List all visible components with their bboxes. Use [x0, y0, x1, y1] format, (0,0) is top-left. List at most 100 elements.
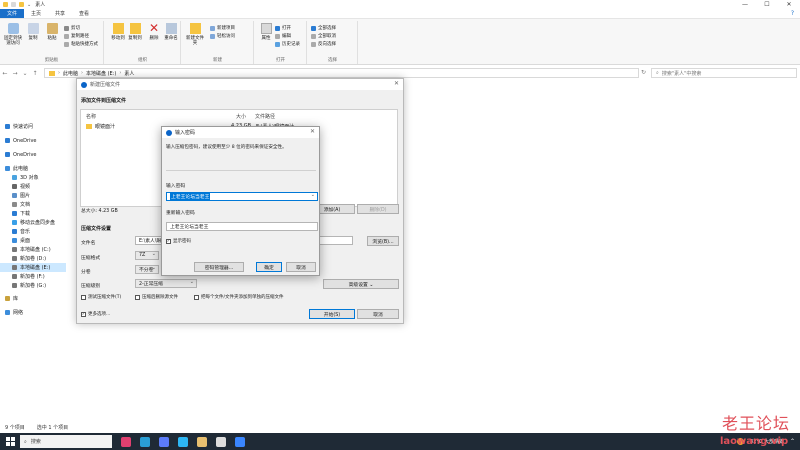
sidebar-item[interactable]: 新加卷 (G:): [0, 281, 46, 290]
forward-icon[interactable]: →: [10, 70, 20, 77]
level-select[interactable]: 2-正常压缩: [135, 279, 197, 288]
edit-button[interactable]: 编辑: [275, 33, 291, 39]
separate-archives-checkbox[interactable]: 把每个文件/文件夹添加到单独的压缩文件: [194, 294, 284, 300]
paste-button[interactable]: 粘贴: [41, 23, 63, 41]
paste-shortcut-button[interactable]: 粘贴快捷方式: [64, 41, 98, 47]
select-none-button[interactable]: 全部取消: [311, 33, 336, 39]
app-icon-5[interactable]: [197, 436, 207, 447]
scissors-icon: [64, 25, 69, 31]
address-bar[interactable]: › 此电脑 › 本地磁盘 (E:) › 素人: [44, 68, 639, 78]
more-options-checkbox[interactable]: ✓ 更多选项...: [81, 311, 110, 317]
select-all-button[interactable]: 全部选择: [311, 25, 336, 31]
sidebar-item-label: 音乐: [20, 229, 31, 235]
refresh-icon[interactable]: ↻: [641, 69, 646, 76]
app-icon-3[interactable]: [159, 436, 169, 447]
col-path[interactable]: 文件路径: [255, 113, 275, 120]
sidebar-item[interactable]: 桌面: [0, 236, 30, 245]
browse-button[interactable]: 浏览(B)...: [367, 236, 399, 246]
properties-button[interactable]: 属性: [255, 23, 277, 41]
back-icon[interactable]: ←: [0, 70, 10, 77]
password-input[interactable]: 上老王论坛当老王: [166, 192, 318, 201]
minimize-button[interactable]: —: [734, 0, 756, 9]
sidebar-item[interactable]: 下载: [0, 209, 30, 218]
sidebar-item[interactable]: 本地磁盘 (C:): [0, 245, 51, 254]
maximize-button[interactable]: ☐: [756, 0, 778, 9]
split-select[interactable]: 不分卷: [135, 265, 159, 274]
cut-button[interactable]: 剪切: [64, 25, 80, 31]
edge-icon[interactable]: [140, 436, 150, 447]
sidebar-item[interactable]: 文档: [0, 200, 30, 209]
enter-password-label: 输入密码: [166, 184, 186, 189]
close-icon[interactable]: ✕: [394, 80, 399, 87]
sidebar-item[interactable]: 本地磁盘 (E:): [0, 263, 66, 272]
sidebar-item[interactable]: 快速访问: [0, 122, 33, 131]
sidebar-item[interactable]: 图片: [0, 191, 30, 200]
level-label: 压缩级别: [81, 284, 101, 289]
help-icon[interactable]: ?: [791, 10, 794, 17]
close-button[interactable]: ✕: [778, 0, 800, 9]
rename-button[interactable]: 重命名: [160, 23, 182, 41]
sidebar-item[interactable]: OneDrive: [0, 150, 37, 159]
breadcrumb-this-pc[interactable]: 此电脑: [63, 70, 78, 77]
reenter-password-input[interactable]: 上老王论坛当老王: [166, 222, 318, 231]
invert-selection-button[interactable]: 反向选择: [311, 41, 336, 47]
easy-access-button[interactable]: 轻松访问: [210, 33, 235, 39]
sidebar-item[interactable]: 新加卷 (F:): [0, 272, 45, 281]
app-icon-7[interactable]: [235, 436, 245, 447]
filename-label: 文件名: [81, 241, 96, 246]
breadcrumb-drive-e[interactable]: 本地磁盘 (E:): [86, 70, 116, 77]
delete-source-checkbox[interactable]: 压缩后删除源文件: [135, 294, 178, 300]
tray-chevron-icon[interactable]: ⌃: [790, 438, 795, 445]
test-archive-checkbox[interactable]: 测试压缩文件(T): [81, 294, 121, 300]
search-input[interactable]: ⌕ 搜索"素人"中搜索: [651, 68, 797, 78]
sidebar-item[interactable]: 移动云盘同步盘: [0, 218, 55, 227]
properties-icon[interactable]: [11, 2, 16, 7]
history-button[interactable]: 历史记录: [275, 41, 300, 47]
drive-icon: [12, 247, 17, 252]
new-folder-icon[interactable]: [19, 2, 24, 7]
up-icon[interactable]: ↑: [30, 70, 40, 77]
sidebar-item-label: 移动云盘同步盘: [20, 220, 56, 226]
start-button[interactable]: [0, 433, 20, 450]
new-folder-button[interactable]: 新建文件夹: [184, 23, 206, 46]
cancel-button[interactable]: 取消: [286, 262, 316, 272]
sidebar-item[interactable]: 音乐: [0, 227, 30, 236]
remove-button[interactable]: 删除(D): [357, 204, 399, 214]
advanced-settings-button[interactable]: 高级设置 ⌄: [323, 279, 399, 289]
tab-view[interactable]: 查看: [72, 9, 96, 18]
taskbar-search[interactable]: ⌕ 搜索: [20, 435, 112, 448]
chevron-down-icon[interactable]: ⌄: [27, 2, 31, 8]
new-group: 新建文件夹 新建项目 轻松访问 新建: [182, 21, 254, 64]
title-bar: ⌄ 素人 — ☐ ✕: [0, 0, 800, 9]
picture-icon: [12, 193, 17, 198]
new-item-button[interactable]: 新建项目: [210, 25, 235, 31]
ok-button[interactable]: 确定: [256, 262, 282, 272]
open-button[interactable]: 打开: [275, 25, 291, 31]
sidebar-item[interactable]: 新加卷 (D:): [0, 254, 46, 263]
app-icon-4[interactable]: [178, 436, 188, 447]
col-size[interactable]: 大小: [236, 113, 246, 120]
sidebar-item[interactable]: 库: [0, 294, 18, 303]
recent-chevron-icon[interactable]: ⌄: [20, 70, 30, 77]
format-select[interactable]: 7Z: [135, 251, 159, 260]
show-password-checkbox[interactable]: ✓ 显示密码: [166, 238, 191, 244]
sidebar-item[interactable]: 此电脑: [0, 164, 28, 173]
app-icon-1[interactable]: [121, 436, 131, 447]
cancel-button[interactable]: 取消: [357, 309, 399, 319]
app-icon-6[interactable]: [216, 436, 226, 447]
tab-file[interactable]: 文件: [0, 9, 25, 18]
sidebar-item[interactable]: OneDrive: [0, 136, 37, 145]
sidebar-item[interactable]: 视频: [0, 182, 30, 191]
tab-share[interactable]: 共享: [48, 9, 72, 18]
start-button[interactable]: 开始(S): [309, 309, 355, 319]
password-manager-button[interactable]: 密码管理器...: [194, 262, 244, 272]
sidebar-item[interactable]: 3D 对象: [0, 173, 39, 182]
col-name[interactable]: 名称: [86, 113, 96, 120]
tab-home[interactable]: 主页: [24, 9, 48, 18]
close-icon[interactable]: ✕: [310, 128, 315, 135]
sidebar-item[interactable]: 网络: [0, 308, 23, 317]
copy-path-button[interactable]: 复制路径: [64, 33, 89, 39]
desktop-icon: [12, 238, 17, 243]
pin-quick-access-button[interactable]: 固定到快速访问: [2, 23, 24, 46]
breadcrumb-folder[interactable]: 素人: [124, 70, 134, 77]
